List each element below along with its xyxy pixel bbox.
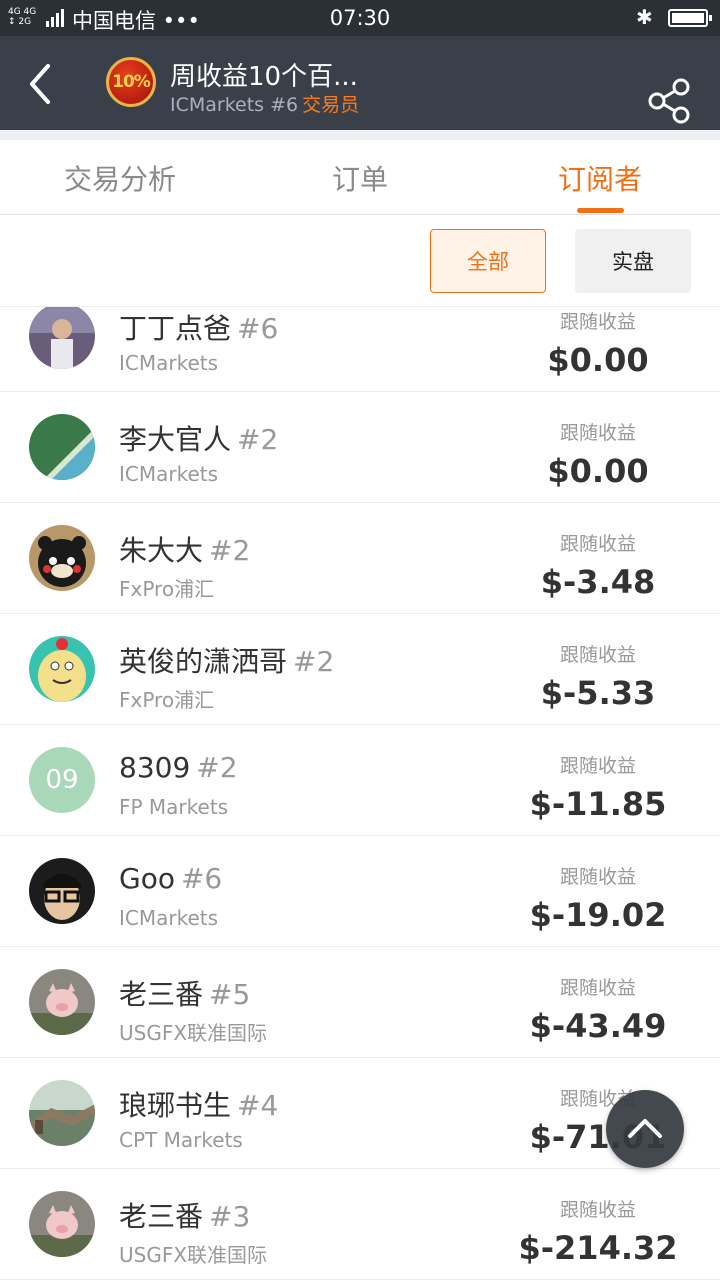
avatar <box>29 414 95 480</box>
tab-orders[interactable]: 订单 <box>240 158 480 198</box>
filter-bar: 全部 实盘 <box>0 215 720 307</box>
subscriber-name: 老三番 #3 <box>119 1195 250 1235</box>
profit-value: $-3.48 <box>540 563 656 601</box>
subscriber-name: 老三番 #5 <box>119 973 250 1013</box>
subscriber-name-text: 老三番 <box>119 1200 204 1233</box>
subscriber-name: 李大官人 #2 <box>119 418 278 458</box>
subscriber-row[interactable]: 老三番 #3 USGFX联准国际 跟随收益 $-214.32 <box>0 1169 720 1280</box>
chevron-up-icon <box>628 1119 662 1138</box>
trader-logo: 10% <box>106 57 156 107</box>
subscriber-name: 8309 #2 <box>119 751 238 784</box>
subscriber-rank: #2 <box>237 423 279 456</box>
avatar <box>29 1080 95 1146</box>
avatar <box>29 307 95 369</box>
profit-label: 跟随收益 <box>559 866 636 888</box>
filter-all-button[interactable]: 全部 <box>430 229 546 293</box>
subscriber-name: 琅琊书生 #4 <box>119 1084 278 1124</box>
tab-bar: 交易分析 订单 订阅者 <box>0 140 720 215</box>
avatar <box>29 636 95 702</box>
subscriber-broker: CPT Markets <box>119 1128 243 1152</box>
profit-value: $-19.02 <box>529 896 667 934</box>
subscriber-rank: #6 <box>180 862 223 895</box>
subscriber-rank: #2 <box>293 645 335 678</box>
subscriber-broker: ICMarkets <box>119 351 219 375</box>
avatar <box>29 969 95 1035</box>
subscriber-row[interactable]: 朱大大 #2 FxPro浦汇 跟随收益 $-3.48 <box>0 503 720 614</box>
subscriber-broker: USGFX联准国际 <box>119 1243 268 1267</box>
subscriber-row[interactable]: 李大官人 #2 ICMarkets 跟随收益 $0.00 <box>0 392 720 503</box>
subscriber-broker: ICMarkets <box>119 906 219 930</box>
subscriber-rank: #2 <box>209 534 251 567</box>
trader-broker-rank: ICMarkets #6 <box>170 94 299 116</box>
subscriber-name: Goo #6 <box>119 862 222 895</box>
subscriber-row[interactable]: 丁丁点爸 #6 ICMarkets 跟随收益 $0.00 <box>0 307 720 392</box>
filter-live-button[interactable]: 实盘 <box>575 229 691 293</box>
status-bar: 4G 4G ↕ 2G 中国电信 ••• 07:30 ✱ <box>0 0 720 36</box>
page-title: 周收益10个百... <box>170 62 358 92</box>
profit-label: 跟随收益 <box>559 644 636 666</box>
subscriber-name-text: 李大官人 <box>119 423 232 456</box>
subscriber-row[interactable]: 09 8309 #2 FP Markets 跟随收益 $-11.85 <box>0 725 720 836</box>
profit-label: 跟随收益 <box>559 977 636 999</box>
avatar <box>29 1191 95 1257</box>
subscriber-broker: ICMarkets <box>119 462 219 486</box>
subscriber-name-text: 朱大大 <box>119 534 204 567</box>
battery-icon <box>668 9 712 27</box>
subscriber-rank: #6 <box>237 312 279 345</box>
subscriber-broker: FP Markets <box>119 795 229 819</box>
subscriber-name-text: 老三番 <box>119 978 204 1011</box>
subscriber-rank: #4 <box>237 1089 279 1122</box>
subscriber-row[interactable]: 老三番 #5 USGFX联准国际 跟随收益 $-43.49 <box>0 947 720 1058</box>
profit-label: 跟随收益 <box>559 533 636 555</box>
profit-value: $-5.33 <box>540 674 656 712</box>
subscriber-name-text: 8309 <box>119 751 191 784</box>
subscriber-name: 英俊的潇洒哥 #2 <box>119 640 334 680</box>
profit-value: $-214.32 <box>518 1229 678 1267</box>
subscriber-name: 朱大大 #2 <box>119 529 250 569</box>
profit-label: 跟随收益 <box>559 311 636 333</box>
subscriber-broker: FxPro浦汇 <box>119 688 215 712</box>
divider <box>0 130 720 140</box>
bluetooth-icon: ✱ <box>636 5 653 29</box>
profit-value: $0.00 <box>547 341 649 379</box>
subscriber-row[interactable]: 英俊的潇洒哥 #2 FxPro浦汇 跟随收益 $-5.33 <box>0 614 720 725</box>
profit-label: 跟随收益 <box>559 755 636 777</box>
profit-value: $-11.85 <box>529 785 667 823</box>
profit-value: $-43.49 <box>529 1007 667 1045</box>
subscriber-name-text: Goo <box>119 862 175 895</box>
profit-value: $0.00 <box>547 452 649 490</box>
scroll-to-top-button[interactable] <box>606 1090 684 1168</box>
tab-subscribers[interactable]: 订阅者 <box>480 158 720 198</box>
trader-role: 交易员 <box>302 94 360 116</box>
profit-label: 跟随收益 <box>559 1199 636 1221</box>
subscriber-name-text: 琅琊书生 <box>119 1089 232 1122</box>
subscriber-rank: #3 <box>209 1200 251 1233</box>
tab-trade-analysis[interactable]: 交易分析 <box>0 158 240 198</box>
app-header: 10% 周收益10个百... ICMarkets #6 交易员 <box>0 36 720 130</box>
avatar-initials: 09 <box>45 765 79 795</box>
subscriber-name-text: 英俊的潇洒哥 <box>119 645 288 678</box>
subscriber-broker: FxPro浦汇 <box>119 577 215 601</box>
share-icon[interactable] <box>646 78 694 124</box>
avatar: 09 <box>29 747 95 813</box>
subscriber-name: 丁丁点爸 #6 <box>119 307 278 347</box>
avatar <box>29 525 95 591</box>
subscriber-row[interactable]: Goo #6 ICMarkets 跟随收益 $-19.02 <box>0 836 720 947</box>
clock: 07:30 <box>329 6 391 30</box>
subscriber-rank: #2 <box>196 751 238 784</box>
trader-subtitle: ICMarkets #6 交易员 <box>170 90 359 117</box>
subscriber-rank: #5 <box>209 978 251 1011</box>
back-arrow-icon[interactable] <box>22 62 62 106</box>
subscriber-name-text: 丁丁点爸 <box>119 312 232 345</box>
subscriber-broker: USGFX联准国际 <box>119 1021 268 1045</box>
avatar <box>29 858 95 924</box>
profit-label: 跟随收益 <box>559 422 636 444</box>
active-tab-indicator <box>577 208 624 213</box>
